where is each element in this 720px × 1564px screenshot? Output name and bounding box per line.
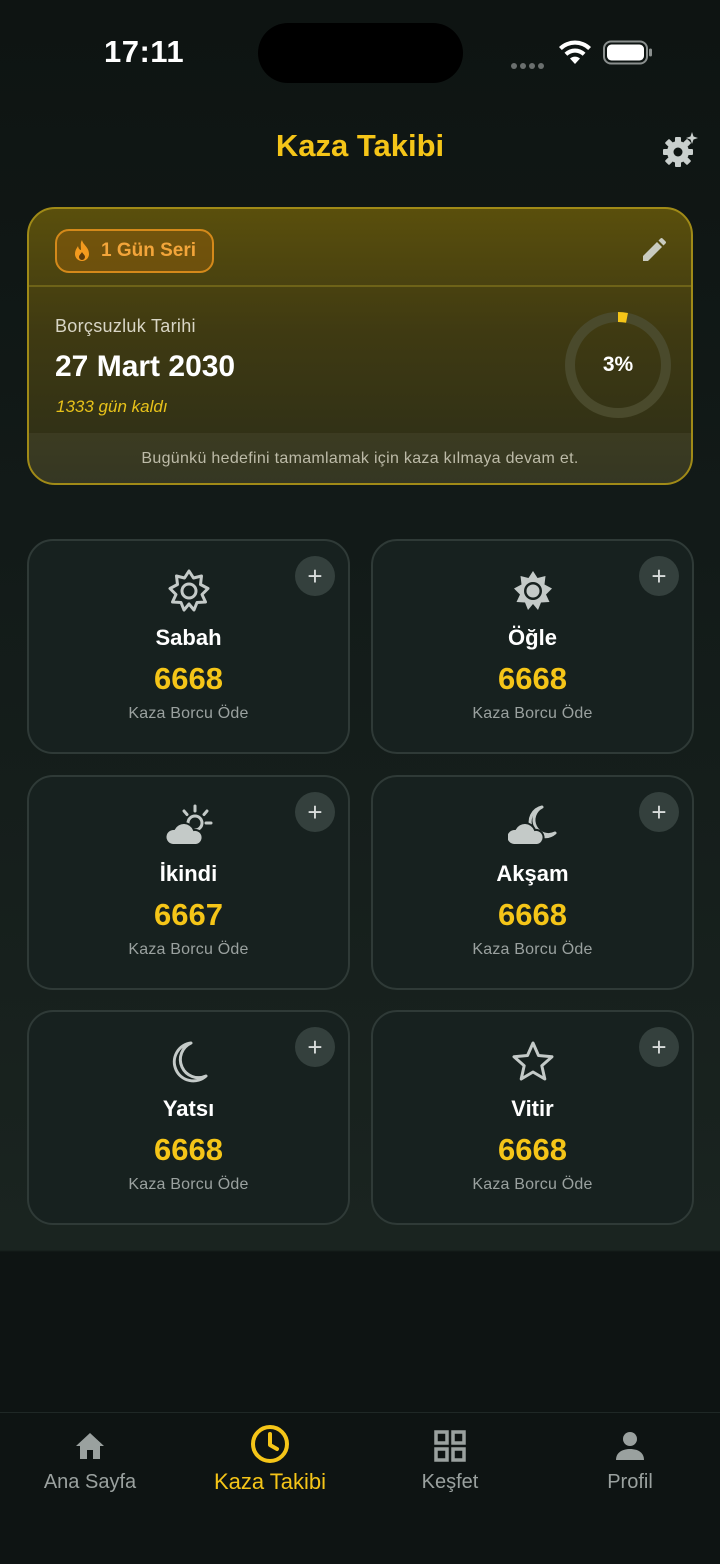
- prayer-count: 6667: [154, 897, 223, 932]
- prayer-subtitle: Kaza Borcu Öde: [472, 941, 593, 958]
- prayer-card-ogle[interactable]: + Öğle 6668 Kaza Borcu Öde: [371, 539, 694, 754]
- nav-item-profil[interactable]: Profil: [540, 1413, 720, 1523]
- streak-label: 1 Gün Seri: [101, 240, 197, 261]
- sun-outline-icon: [168, 569, 209, 612]
- prayer-card-aksam[interactable]: + Akşam 6668 Kaza Borcu Öde: [371, 775, 694, 990]
- motivation-text: Bugünkü hedefini tamamlamak için kaza kı…: [29, 433, 691, 483]
- prayer-count: 6668: [498, 1132, 567, 1167]
- prayer-count: 6668: [154, 1132, 223, 1167]
- prayer-count: 6668: [498, 897, 567, 932]
- home-icon: [76, 1433, 104, 1459]
- streak-badge: 1 Gün Seri: [55, 229, 215, 273]
- prayer-name: Yatsı: [162, 1096, 215, 1121]
- sun-filled-icon: [513, 571, 552, 610]
- fire-icon: [75, 240, 89, 261]
- nav-item-ana-sayfa[interactable]: Ana Sayfa: [0, 1413, 180, 1523]
- status-time: 17:11: [104, 34, 185, 69]
- dynamic-island: [258, 23, 463, 83]
- prayer-name: Sabah: [155, 625, 222, 650]
- card-divider: [29, 285, 691, 287]
- prayer-subtitle: Kaza Borcu Öde: [128, 941, 249, 958]
- settings-gear-icon[interactable]: [660, 130, 700, 170]
- prayer-count: 6668: [498, 661, 567, 696]
- prayer-card-yatsi[interactable]: + Yatsı 6668 Kaza Borcu Öde: [27, 1010, 350, 1225]
- days-left: 1333 gün kaldı: [56, 397, 168, 416]
- nav-item-kesfet[interactable]: Keşfet: [360, 1413, 540, 1523]
- page-title: Kaza Takibi: [275, 128, 445, 163]
- debt-free-date: 27 Mart 2030: [55, 350, 236, 383]
- bottom-navigation: Ana Sayfa Kaza Takibi Keşfet Profil: [0, 1412, 720, 1564]
- debt-summary-card: 1 Gün Seri Borçsuzluk Tarihi 27 Mart 203…: [27, 207, 693, 485]
- cloud-sun-icon: [164, 804, 212, 846]
- wifi-icon: [559, 40, 591, 64]
- grid-icon: [434, 1430, 466, 1462]
- nav-label: Keşfet: [421, 1471, 479, 1493]
- prayer-name: Akşam: [496, 861, 569, 886]
- moon-icon: [172, 1041, 207, 1083]
- nav-label: Kaza Takibi: [213, 1469, 327, 1494]
- battery-icon: [603, 40, 652, 65]
- status-bar: 17:11: [0, 0, 720, 106]
- prayer-name: Vitir: [511, 1096, 554, 1121]
- kaza-takibi-screen: 17:11 Kaza Takibi 1 Gün Seri Borçsuzluk …: [0, 0, 720, 1564]
- nav-label: Profil: [607, 1471, 653, 1493]
- prayer-name: İkindi: [159, 861, 218, 886]
- star-icon: [512, 1041, 553, 1081]
- nav-label: Ana Sayfa: [43, 1471, 137, 1493]
- clock-icon: [251, 1425, 289, 1463]
- prayer-subtitle: Kaza Borcu Öde: [128, 705, 249, 722]
- signal-icon: [511, 56, 547, 74]
- cloud-moon-icon: [507, 805, 556, 846]
- edit-pencil-icon[interactable]: [639, 237, 667, 265]
- prayer-card-ikindi[interactable]: + İkindi 6667 Kaza Borcu Öde: [27, 775, 350, 990]
- prayer-subtitle: Kaza Borcu Öde: [128, 1176, 249, 1193]
- prayer-card-vitir[interactable]: + Vitir 6668 Kaza Borcu Öde: [371, 1010, 694, 1225]
- prayer-card-sabah[interactable]: + Sabah 6668 Kaza Borcu Öde: [27, 539, 350, 754]
- progress-percent: 3%: [602, 353, 634, 376]
- prayer-count: 6668: [154, 661, 223, 696]
- nav-item-kaza-takibi[interactable]: Kaza Takibi: [180, 1413, 360, 1523]
- prayer-name: Öğle: [508, 625, 557, 650]
- prayer-subtitle: Kaza Borcu Öde: [472, 1176, 593, 1193]
- debt-free-date-label: Borçsuzluk Tarihi: [55, 316, 196, 336]
- prayer-subtitle: Kaza Borcu Öde: [472, 705, 593, 722]
- person-icon: [616, 1432, 644, 1460]
